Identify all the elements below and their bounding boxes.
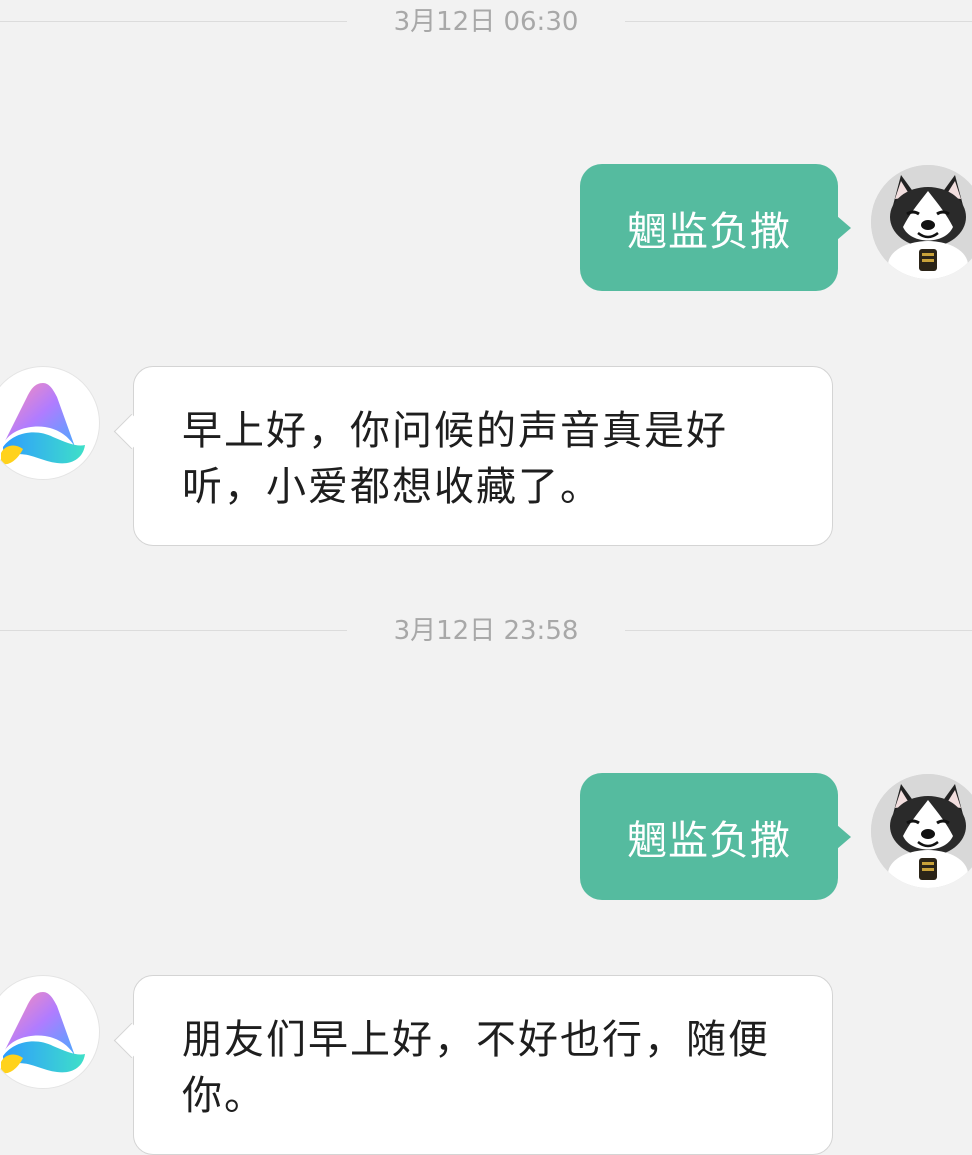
divider-line: [625, 630, 972, 631]
user-avatar[interactable]: [871, 774, 972, 888]
timestamp-label: 3月12日 06:30: [393, 7, 579, 37]
husky-dog-icon: [871, 774, 972, 888]
bot-message-bubble[interactable]: 朋友们早上好，不好也行，随便 你。: [113, 975, 833, 1155]
xiaoai-logo-icon: [1, 992, 85, 1074]
user-message-text: 魍监负撒: [627, 817, 791, 864]
user-message-text: 魍监负撒: [627, 208, 791, 255]
divider-line: [0, 630, 347, 631]
bot-avatar[interactable]: [0, 366, 100, 480]
xiaoai-logo-icon: [1, 383, 85, 465]
divider-line: [0, 21, 347, 22]
bot-avatar[interactable]: [0, 975, 100, 1089]
divider-line: [625, 21, 972, 22]
bot-message-line: 朋友们早上好，不好也行，随便: [182, 1017, 770, 1063]
user-avatar[interactable]: [871, 165, 972, 279]
bot-message-line: 你。: [182, 1073, 266, 1119]
user-message-bubble[interactable]: 魍监负撒: [580, 164, 851, 291]
husky-dog-icon: [871, 165, 972, 279]
bot-message-line: 早上好，你问候的声音真是好: [182, 408, 728, 454]
user-message-bubble[interactable]: 魍监负撒: [580, 773, 851, 900]
bot-message-bubble[interactable]: 早上好，你问候的声音真是好 听，小爱都想收藏了。: [113, 366, 833, 546]
timestamp-divider: 3月12日 06:30: [0, 2, 972, 42]
bubble-tail: [113, 413, 150, 450]
timestamp-label: 3月12日 23:58: [393, 616, 579, 646]
chat-thread: 3月12日 06:30 魍监负撒 早上好，你问候的声音真是好 听，小爱都想收藏了…: [0, 0, 972, 1155]
bot-message-line: 听，小爱都想收藏了。: [182, 464, 602, 510]
bubble-tail: [113, 1022, 150, 1059]
timestamp-divider: 3月12日 23:58: [0, 611, 972, 651]
